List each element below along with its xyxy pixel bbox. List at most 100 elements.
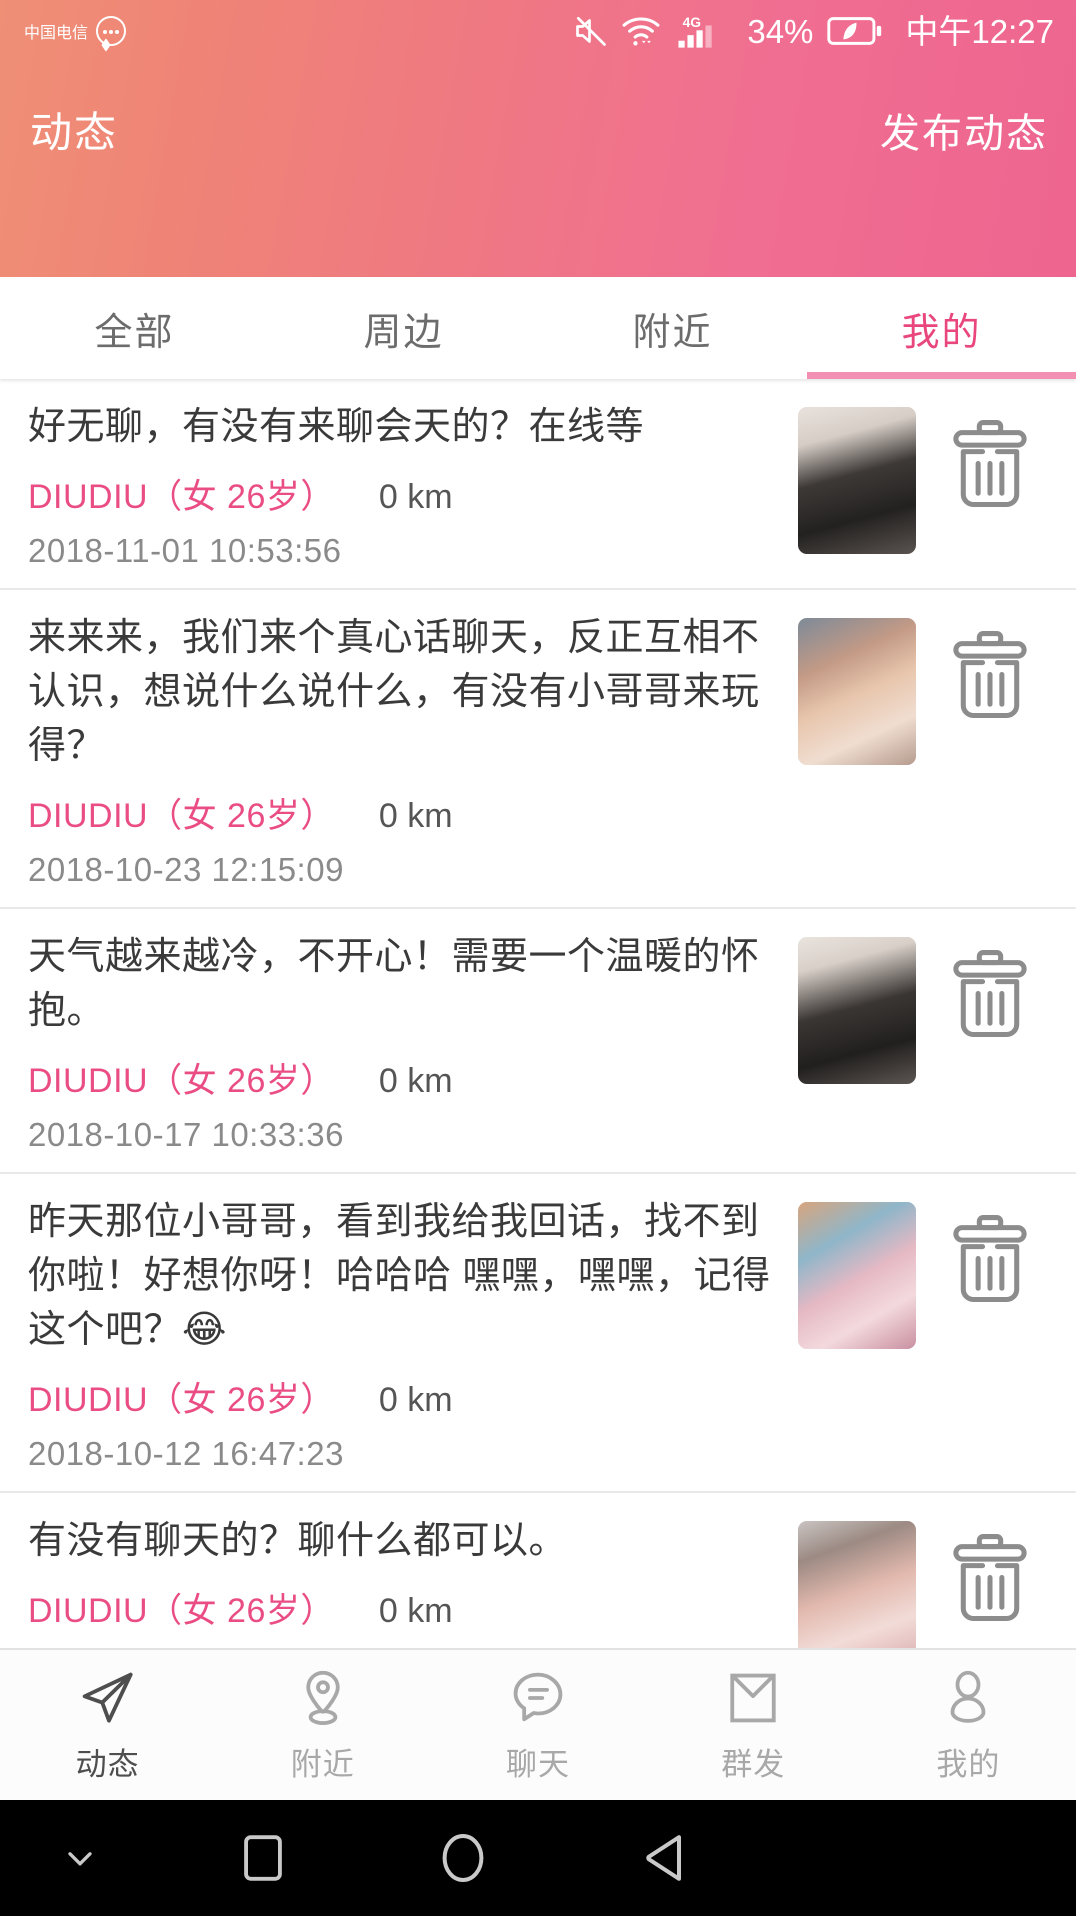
battery-percent-label: 34% [747,12,814,50]
nav-item-broadcast[interactable]: 群发 [646,1650,861,1800]
status-icons: 4G 34% 中午12:27 [573,13,1054,49]
page-title: 动态 [30,109,119,156]
post-item[interactable]: 来来来，我们来个真心话聊天，反正互相不认识，想说什么说什么，有没有小哥哥来玩得？… [0,589,1076,909]
post-thumbnail[interactable] [798,617,916,765]
post-text: 有没有聊天的？聊什么都可以。 [28,1519,568,1562]
tab-all-label: 全部 [94,311,175,354]
post-distance: 0 km [378,477,453,516]
nav-item-broadcast-label: 群发 [721,1746,786,1782]
clock-label: 中午12:27 [905,12,1054,50]
post-text: 好无聊，有没有来聊会天的？在线等 [28,406,645,448]
post-feed[interactable]: 好无聊，有没有来聊会天的？在线等 DIUDIU（女 26岁） 0 km 2018… [0,379,1076,1648]
delete-post-button[interactable] [930,630,1050,722]
carrier-label: 中国电信 [24,25,89,42]
post-content: 天气越来越冷，不开心！需要一个温暖的怀抱。 DIUDIU（女 26岁） 0 km… [28,931,798,1154]
trash-icon [953,1214,1027,1302]
post-item[interactable]: 好无聊，有没有来聊会天的？在线等 DIUDIU（女 26岁） 0 km 2018… [0,379,1076,590]
nav-item-chat-label: 聊天 [506,1746,570,1782]
post-thumbnail[interactable] [798,1520,916,1648]
post-author[interactable]: DIUDIU（女 26岁） [28,1053,335,1102]
post-timestamp: 2018-10-23 12:15:09 [28,850,344,888]
title-bar: 动态 发布动态 [0,62,1076,197]
trash-icon [953,630,1027,718]
post-distance: 0 km [378,1591,453,1630]
post-meta: DIUDIU（女 26岁） 0 km [28,1583,784,1632]
post-timestamp: 2018-11-01 10:53:56 [28,531,342,569]
app-screen: 中国电信 4G 34% 中午12:27 动态 发布动态 全部 周边 附近 我的 … [0,0,1076,1916]
delete-post-button[interactable] [930,419,1050,511]
nav-item-moments[interactable]: 动态 [0,1650,215,1800]
post-timestamp: 2018-10-12 16:47:23 [28,1434,344,1472]
status-bar: 中国电信 4G 34% 中午12:27 [0,0,1076,62]
app-header: 中国电信 4G 34% 中午12:27 动态 发布动态 [0,0,1076,277]
post-meta: DIUDIU（女 26岁） 0 km [28,1053,784,1102]
recents-square-icon [243,1835,282,1881]
paper-plane-icon [82,1672,133,1723]
nav-item-mine[interactable]: 我的 [861,1650,1076,1800]
post-author[interactable]: DIUDIU（女 26岁） [28,469,335,518]
wifi-icon [622,17,660,46]
post-meta: DIUDIU（女 26岁） 0 km [28,1372,784,1421]
post-content: 有没有聊天的？聊什么都可以。 DIUDIU（女 26岁） 0 km 2018-1… [28,1515,798,1648]
post-author[interactable]: DIUDIU（女 26岁） [28,1583,335,1632]
post-item[interactable]: 昨天那位小哥哥，看到我给我回话，找不到你啦！好想你呀！哈哈哈 嘿嘿，嘿嘿，记得这… [0,1173,1076,1493]
tab-bar: 全部 周边 附近 我的 [0,277,1076,379]
tab-nearby-label: 附近 [632,311,713,354]
thumbnail-image [798,617,916,765]
thumbnail-image [798,936,916,1084]
chevron-down-icon [68,1852,92,1866]
post-timestamp: 2018-10-17 10:33:36 [28,1115,344,1153]
thumbnail-image [798,1201,916,1349]
post-thumbnail[interactable] [798,407,916,554]
nav-item-nearby-label: 附近 [290,1746,355,1782]
tab-all[interactable]: 全部 [0,277,269,379]
post-item[interactable]: 有没有聊天的？聊什么都可以。 DIUDIU（女 26岁） 0 km 2018-1… [0,1492,1076,1648]
post-thumbnail[interactable] [798,936,916,1084]
delete-post-button[interactable] [930,1533,1050,1625]
svg-text:4G: 4G [683,14,701,30]
carrier-chat-badge-icon [96,16,127,46]
post-thumbnail[interactable] [798,1201,916,1349]
post-content: 昨天那位小哥哥，看到我给我回话，找不到你啦！好想你呀！哈哈哈 嘿嘿，嘿嘿，记得这… [28,1196,798,1473]
delete-post-button[interactable] [930,1214,1050,1306]
nav-item-nearby[interactable]: 附近 [215,1650,430,1800]
post-content: 来来来，我们来个真心话聊天，反正互相不认识，想说什么说什么，有没有小哥哥来玩得？… [28,612,798,889]
trash-icon [953,420,1027,507]
bottom-navigation: 动态 附近 聊天 群发 我的 [0,1648,1076,1800]
post-distance: 0 km [378,1061,453,1100]
tab-nearby[interactable]: 附近 [538,277,807,379]
post-text: 昨天那位小哥哥，看到我给我回话，找不到你啦！好想你呀！哈哈哈 嘿嘿，嘿嘿，记得这… [28,1200,771,1351]
location-pin-icon [306,1670,340,1725]
tab-around-label: 周边 [363,311,444,354]
post-item[interactable]: 天气越来越冷，不开心！需要一个温暖的怀抱。 DIUDIU（女 26岁） 0 km… [0,908,1076,1174]
publish-post-button[interactable]: 发布动态 [880,101,1048,159]
post-text: 来来来，我们来个真心话聊天，反正互相不认识，想说什么说什么，有没有小哥哥来玩得？ [28,616,760,767]
post-meta: DIUDIU（女 26岁） 0 km [28,469,784,518]
trash-icon [953,949,1027,1037]
home-button[interactable] [365,1831,560,1885]
post-meta: DIUDIU（女 26岁） 0 km [28,788,784,837]
hide-navbar-button[interactable] [0,1838,160,1878]
tab-around[interactable]: 周边 [269,277,538,379]
thumbnail-image [798,1520,916,1648]
post-distance: 0 km [378,796,453,835]
nav-item-moments-label: 动态 [75,1746,140,1782]
chat-bubble-icon [513,1672,563,1721]
delete-post-button[interactable] [930,949,1050,1041]
post-text: 天气越来越冷，不开心！需要一个温暖的怀抱。 [28,935,760,1032]
post-author[interactable]: DIUDIU（女 26岁） [28,788,335,837]
back-triangle-icon [646,1835,681,1881]
post-author[interactable]: DIUDIU（女 26岁） [28,1372,335,1421]
trash-icon [953,1533,1027,1621]
home-circle-icon [442,1834,483,1882]
mute-icon [576,16,607,46]
battery-icon [827,17,882,45]
post-content: 好无聊，有没有来聊会天的？在线等 DIUDIU（女 26岁） 0 km 2018… [28,401,798,570]
back-button[interactable] [560,1832,770,1884]
nav-item-chat[interactable]: 聊天 [430,1650,645,1800]
post-distance: 0 km [378,1380,453,1419]
nav-item-mine-label: 我的 [936,1746,1001,1782]
tab-mine[interactable]: 我的 [807,277,1076,379]
recents-button[interactable] [160,1833,365,1883]
person-icon [950,1670,986,1723]
